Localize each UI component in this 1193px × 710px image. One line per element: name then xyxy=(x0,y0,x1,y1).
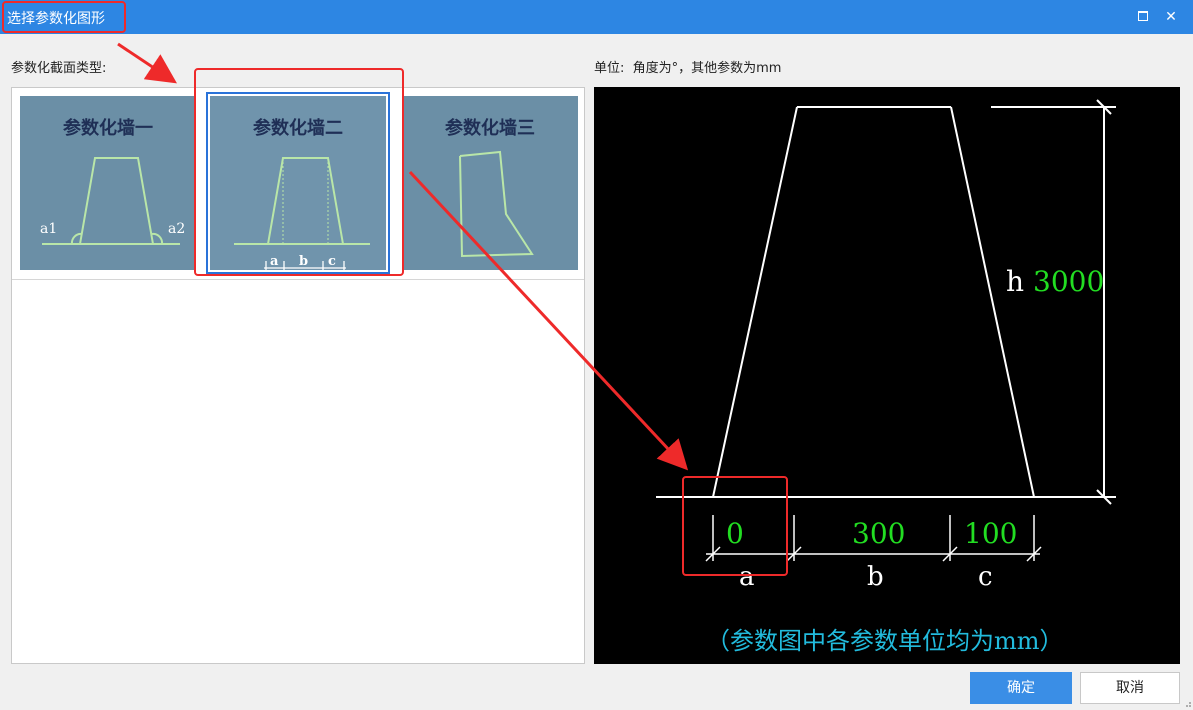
ok-button[interactable]: 确定 xyxy=(970,672,1072,704)
label-a: a xyxy=(270,254,279,269)
label-c: c xyxy=(328,254,336,269)
param-c-value: 100 xyxy=(964,517,1017,550)
param-a-name: a xyxy=(739,562,755,592)
maximize-icon[interactable] xyxy=(1132,6,1154,28)
title-bar: 选择参数化图形 ✕ xyxy=(0,0,1193,34)
wall-1-sketch: a1 a2 xyxy=(40,157,185,245)
param-h-name: h xyxy=(1006,265,1024,298)
param-a-value: 0 xyxy=(726,517,744,550)
param-b-value: 300 xyxy=(852,517,905,550)
parameter-preview: h 3000 0 300 100 a b c （参数图中各参数单位均为mm） xyxy=(594,87,1180,664)
unit-note: （参数图中各参数单位均为mm） xyxy=(706,627,1064,655)
label-a1: a1 xyxy=(40,221,57,237)
thumbnail-wall-2[interactable]: 参数化墙二 a b c xyxy=(206,92,390,274)
resize-grip-icon[interactable] xyxy=(1184,700,1192,708)
section-type-label: 参数化截面类型: xyxy=(11,61,107,76)
wall-3-sketch xyxy=(459,150,534,258)
unit-label: 单位: 角度为°，其他参数为mm xyxy=(594,61,782,76)
section-type-list[interactable]: 参数化墙一 a1 a2 参数化墙二 a b c 参数化墙三 xyxy=(11,87,585,664)
param-b-name: b xyxy=(867,562,884,592)
label-a2: a2 xyxy=(168,221,185,237)
window-title: 选择参数化图形 xyxy=(7,11,105,27)
parameter-diagram: h 3000 0 300 100 a b c （参数图中各参数单位均为mm） xyxy=(656,99,1116,655)
param-h-value: 3000 xyxy=(1033,265,1104,298)
param-c-name: c xyxy=(978,562,993,592)
thumbnail-wall-1[interactable]: 参数化墙一 a1 a2 xyxy=(20,96,196,270)
wall-2-sketch: a b c xyxy=(234,157,370,270)
cancel-button[interactable]: 取消 xyxy=(1080,672,1180,704)
thumbnail-wall-3[interactable]: 参数化墙三 xyxy=(402,96,578,270)
close-icon[interactable]: ✕ xyxy=(1160,6,1182,28)
label-b: b xyxy=(299,254,308,269)
thumbnail-row: 参数化墙一 a1 a2 参数化墙二 a b c 参数化墙三 xyxy=(12,88,584,280)
